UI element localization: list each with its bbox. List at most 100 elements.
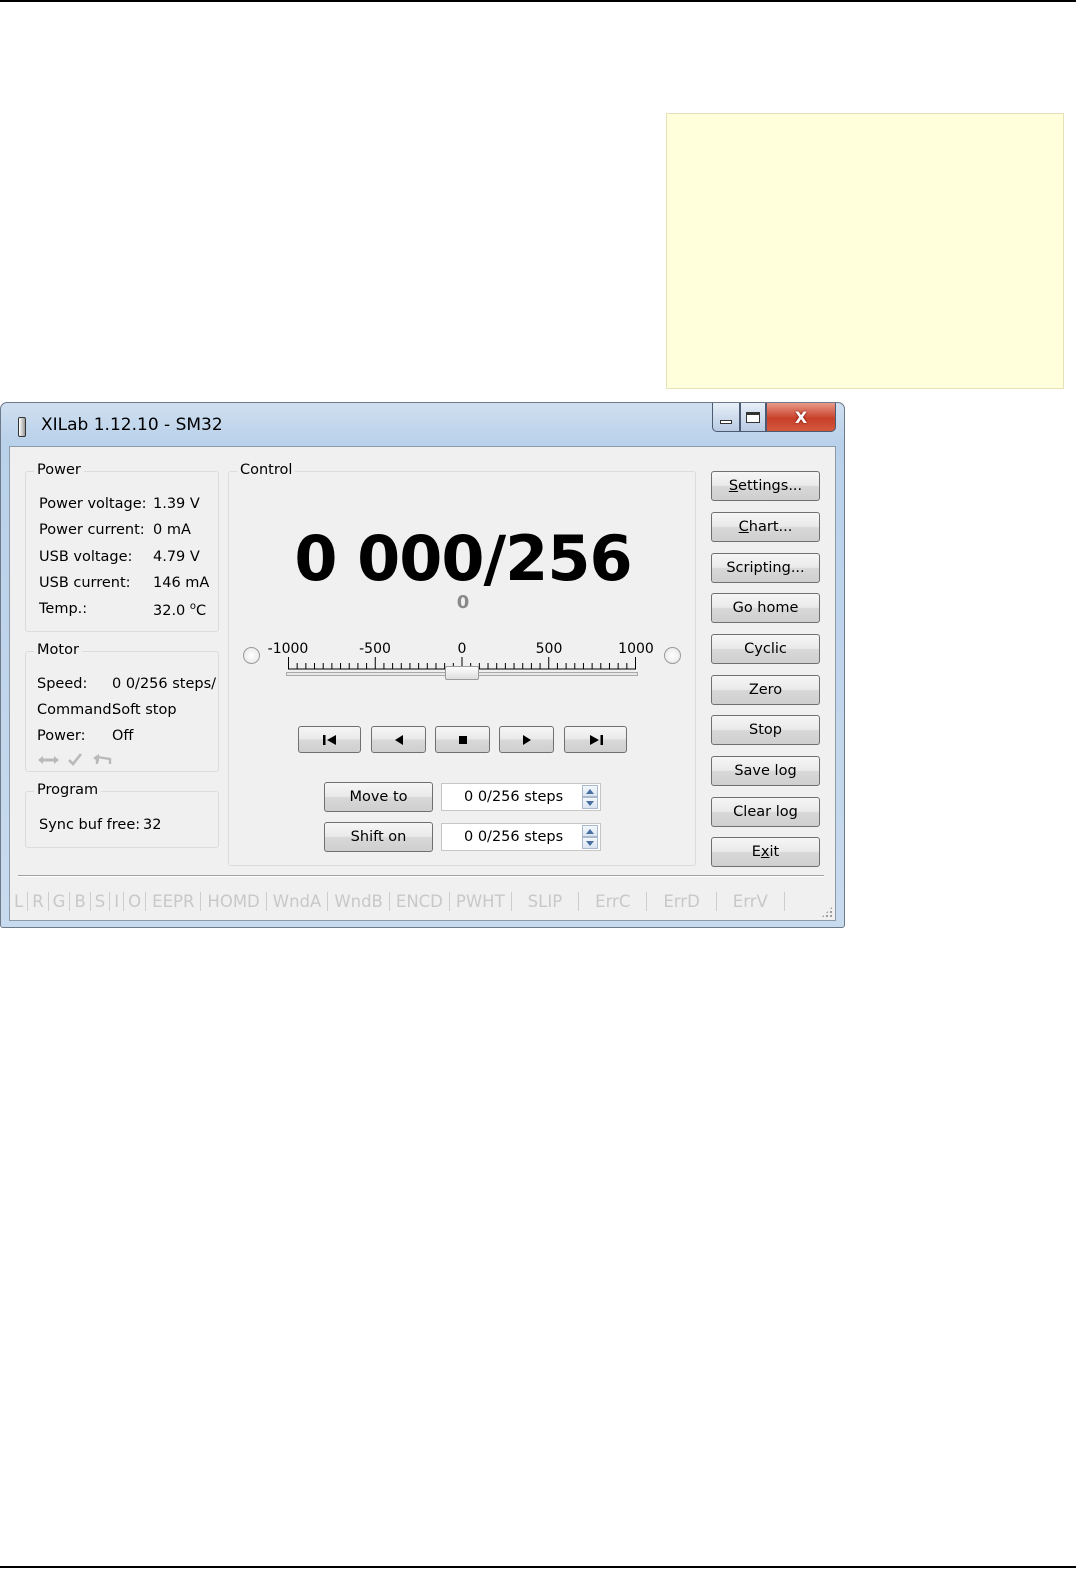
position-display: 0 000/256 bbox=[294, 522, 632, 595]
exit-label-rest: it bbox=[769, 844, 780, 860]
close-button[interactable]: X bbox=[766, 403, 836, 432]
close-icon: X bbox=[794, 407, 808, 427]
program-group: Program Sync buf free: 32 bbox=[25, 782, 219, 848]
move-to-value: 0 0/256 steps bbox=[464, 789, 564, 805]
return-arrow-icon bbox=[93, 754, 112, 764]
status-flag-i: I bbox=[110, 891, 125, 911]
temp-number: 32.0 bbox=[153, 602, 186, 619]
usb-current-value: 146 mA bbox=[153, 575, 210, 591]
move-arrows-icon bbox=[38, 756, 59, 764]
left-limit-indicator bbox=[243, 647, 260, 664]
status-flag-errv: ErrV bbox=[717, 891, 785, 911]
move-to-field[interactable]: 0 0/256 steps bbox=[441, 783, 601, 811]
window-title: XILab 1.12.10 - SM32 bbox=[41, 415, 223, 435]
usb-current-label: USB current: bbox=[39, 575, 131, 591]
chart-button[interactable]: Chart... bbox=[711, 512, 820, 542]
shift-on-decrement[interactable] bbox=[582, 837, 598, 849]
status-flag-wndb: WndB bbox=[328, 891, 390, 911]
usb-voltage-value: 4.79 V bbox=[153, 549, 200, 565]
command-value: Soft stop bbox=[112, 702, 177, 718]
minimize-button[interactable] bbox=[712, 403, 740, 432]
status-flag-g: G bbox=[49, 891, 71, 911]
page-bottom-rule bbox=[0, 1566, 1076, 1568]
control-group-label: Control bbox=[237, 462, 296, 478]
resize-grip[interactable] bbox=[821, 906, 833, 918]
clear-log-button[interactable]: Clear log bbox=[711, 797, 820, 827]
shift-on-spinner bbox=[582, 825, 598, 849]
position-slider-thumb[interactable] bbox=[445, 666, 479, 680]
arrow-up-icon bbox=[586, 788, 594, 794]
status-flag-b: B bbox=[70, 891, 91, 911]
status-flag-r: R bbox=[28, 891, 49, 911]
step-left-icon bbox=[394, 734, 403, 745]
status-flags-bar: L R G B S I O EEPR HOMD WndA WndB ENCD PWHT SLIP ErrC E… bbox=[10, 888, 785, 914]
motor-status-icons bbox=[38, 753, 112, 766]
stop-button[interactable]: Stop bbox=[711, 715, 820, 745]
window-controls: X bbox=[712, 403, 836, 433]
skip-right-button[interactable] bbox=[564, 726, 627, 753]
status-separator bbox=[18, 875, 824, 877]
settings-button[interactable]: Settings... bbox=[711, 471, 820, 501]
power-group: Power Power voltage: 1.39 V Power curren… bbox=[25, 462, 219, 632]
exit-mnemonic: x bbox=[760, 844, 770, 860]
exit-button[interactable]: Ex it bbox=[711, 837, 820, 867]
status-flag-l: L bbox=[10, 891, 29, 911]
motor-group: Motor Speed: 0 0/256 steps/ Command: Sof… bbox=[25, 642, 219, 772]
scripting-button[interactable]: Scripting... bbox=[711, 553, 820, 583]
step-left-button[interactable] bbox=[371, 726, 426, 753]
status-flag-errd: ErrD bbox=[647, 891, 717, 911]
client-area: Power Power voltage: 1.39 V Power curren… bbox=[9, 446, 836, 921]
step-right-button[interactable] bbox=[499, 726, 554, 753]
status-flag-eepr: EEPR bbox=[146, 891, 202, 911]
xilab-window: XILab 1.12.10 - SM32 X Power Power volta… bbox=[0, 402, 845, 928]
status-flag-wnda: WndA bbox=[267, 891, 329, 911]
stop-icon bbox=[458, 735, 467, 744]
shift-on-value: 0 0/256 steps bbox=[464, 829, 564, 845]
status-flag-pwht: PWHT bbox=[450, 891, 512, 911]
usb-voltage-label: USB voltage: bbox=[39, 549, 133, 565]
note-box bbox=[666, 113, 1064, 389]
shift-on-field[interactable]: 0 0/256 steps bbox=[441, 823, 601, 851]
motor-power-value: Off bbox=[112, 728, 134, 744]
temp-value: 32.0 oC bbox=[153, 601, 206, 619]
speed-label: Speed: bbox=[37, 676, 88, 692]
go-home-button[interactable]: Go home bbox=[711, 593, 820, 623]
save-log-button[interactable]: Save log bbox=[711, 756, 820, 786]
chart-mnemonic: C bbox=[738, 519, 749, 535]
control-group: Control 0 000/256 0 -1000 -500 0 500 100… bbox=[228, 462, 696, 866]
arrow-down-icon bbox=[586, 800, 594, 806]
right-limit-indicator bbox=[664, 647, 681, 664]
zero-button[interactable]: Zero bbox=[711, 675, 820, 705]
motor-group-label: Motor bbox=[34, 642, 82, 658]
minimize-icon bbox=[720, 419, 732, 424]
power-voltage-label: Power voltage: bbox=[39, 496, 147, 512]
move-to-button[interactable]: Move to bbox=[324, 782, 433, 812]
speed-value: 0 0/256 steps/ bbox=[112, 676, 217, 692]
skip-left-button[interactable] bbox=[298, 726, 361, 753]
skip-right-icon bbox=[589, 734, 603, 745]
title-bar[interactable]: XILab 1.12.10 - SM32 X bbox=[1, 403, 844, 447]
arrow-up-icon bbox=[586, 828, 594, 834]
status-flag-s: S bbox=[91, 891, 111, 911]
move-to-spinner bbox=[582, 785, 598, 809]
settings-mnemonic: S bbox=[728, 478, 739, 494]
status-flag-homd: HOMD bbox=[201, 891, 267, 911]
move-to-increment[interactable] bbox=[582, 785, 598, 797]
sync-buf-value: 32 bbox=[143, 817, 162, 833]
power-current-value: 0 mA bbox=[153, 522, 191, 538]
status-flag-encd: ENCD bbox=[390, 891, 450, 911]
sync-buf-label: Sync buf free: bbox=[39, 817, 141, 833]
status-flag-errc: ErrC bbox=[579, 891, 648, 911]
program-group-label: Program bbox=[34, 782, 102, 798]
temp-label: Temp.: bbox=[39, 601, 88, 617]
power-group-label: Power bbox=[34, 462, 84, 478]
cyclic-button[interactable]: Cyclic bbox=[711, 634, 820, 664]
move-to-decrement[interactable] bbox=[582, 797, 598, 809]
shift-on-increment[interactable] bbox=[582, 825, 598, 837]
skip-left-icon bbox=[322, 734, 336, 745]
stop-motion-button[interactable] bbox=[435, 726, 490, 753]
maximize-button[interactable] bbox=[740, 403, 766, 432]
power-voltage-value: 1.39 V bbox=[153, 496, 200, 512]
shift-on-button[interactable]: Shift on bbox=[324, 822, 433, 852]
power-current-label: Power current: bbox=[39, 522, 145, 538]
